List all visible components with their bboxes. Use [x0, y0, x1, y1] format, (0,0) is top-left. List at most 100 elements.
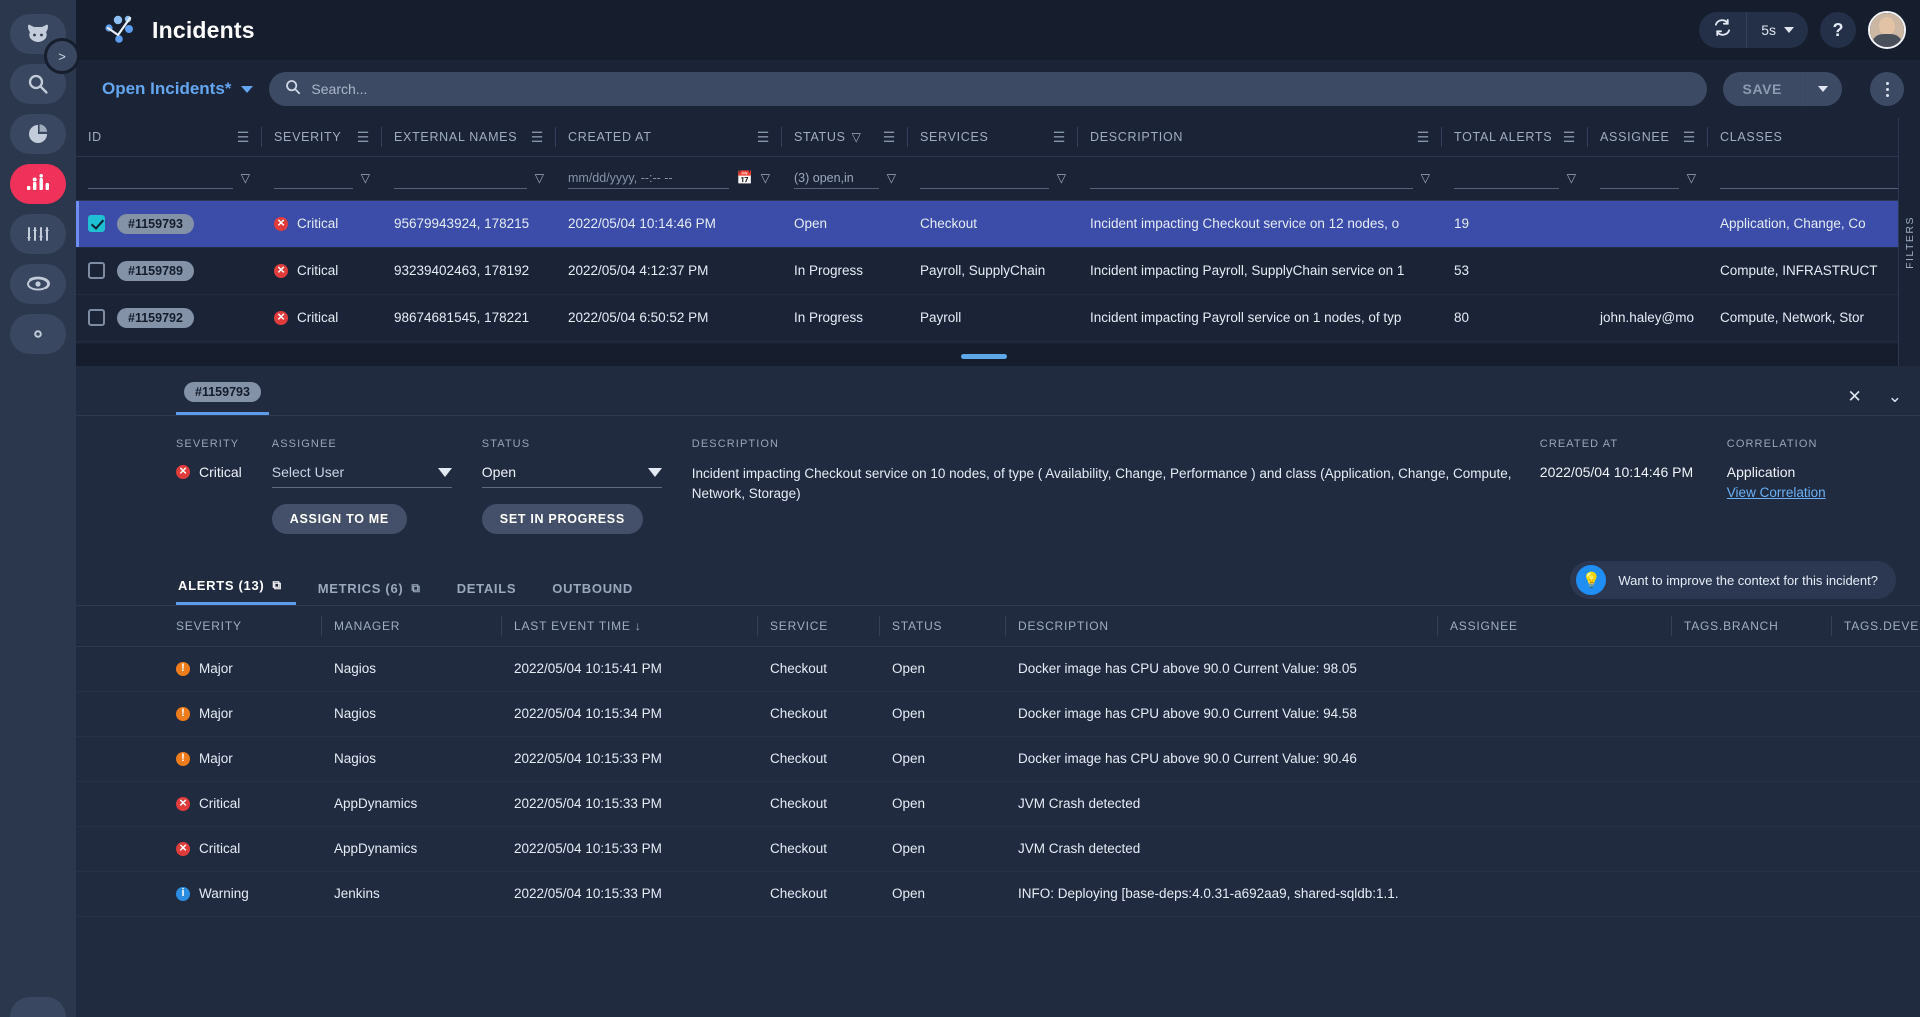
incidents-col-header-status[interactable]: STATUS ▽ ☰	[782, 118, 908, 157]
filter-input-id[interactable]	[88, 167, 233, 189]
filter-funnel-icon[interactable]: ▽	[535, 171, 544, 185]
user-avatar[interactable]	[1868, 11, 1906, 49]
incidents-filter-assignee[interactable]: ▽	[1588, 156, 1708, 201]
incidents-col-header-external-names[interactable]: EXTERNAL NAMES ☰	[382, 118, 556, 157]
filter-input-status[interactable]	[794, 167, 879, 189]
filter-input-total-alerts[interactable]	[1454, 167, 1559, 189]
improve-context-chip[interactable]: 💡 Want to improve the context for this i…	[1570, 561, 1896, 599]
incidents-filter-created-at[interactable]: 📅▽	[556, 156, 782, 201]
detail-tab[interactable]: #1159793	[176, 382, 269, 415]
incidents-horizontal-scrollbar[interactable]	[76, 354, 1920, 360]
column-menu-icon[interactable]: ☰	[1683, 130, 1696, 144]
row-checkbox[interactable]	[88, 215, 105, 232]
alerts-tab-metrics[interactable]: METRICS (6) ⧉	[316, 581, 435, 605]
close-icon[interactable]: ✕	[1848, 388, 1862, 405]
rail-item-settings[interactable]	[10, 314, 66, 354]
incidents-filter-total-alerts[interactable]: ▽	[1442, 156, 1588, 201]
incidents-filter-severity[interactable]: ▽	[262, 156, 382, 201]
refresh-interval-dropdown[interactable]: 5s	[1746, 12, 1808, 48]
alert-row[interactable]: Major Nagios2022/05/04 10:15:34 PMCheckou…	[76, 691, 1920, 737]
column-menu-icon[interactable]: ☰	[1053, 130, 1066, 144]
incidents-filter-external-names[interactable]: ▽	[382, 156, 556, 201]
filter-input-assignee[interactable]	[1600, 167, 1679, 189]
incidents-filter-description[interactable]: ▽	[1078, 156, 1442, 201]
alerts-col-header-severity[interactable]: SEVERITY	[76, 606, 322, 647]
rail-item-dashboards[interactable]	[10, 114, 66, 154]
alerts-tab-outbound[interactable]: OUTBOUND	[550, 581, 647, 605]
filter-input-external-names[interactable]	[394, 167, 527, 189]
filter-funnel-icon[interactable]: ▽	[241, 171, 250, 185]
view-selector[interactable]: Open Incidents*	[102, 79, 254, 99]
save-button[interactable]: SAVE	[1722, 72, 1802, 106]
refresh-button[interactable]	[1699, 12, 1746, 48]
alert-row[interactable]: Critical AppDynamics2022/05/04 10:15:33 P…	[76, 826, 1920, 872]
alerts-col-header-manager[interactable]: MANAGER	[322, 606, 502, 647]
filter-funnel-icon[interactable]: ▽	[1057, 171, 1066, 185]
filter-input-classes[interactable]	[1720, 167, 1920, 189]
incidents-filter-classes[interactable]: ▽	[1708, 156, 1920, 201]
column-menu-icon[interactable]: ☰	[757, 130, 770, 144]
row-checkbox[interactable]	[88, 309, 105, 326]
search-box[interactable]	[269, 72, 1707, 106]
column-menu-icon[interactable]: ☰	[1417, 130, 1430, 144]
cell-id[interactable]: #1159789	[76, 247, 262, 295]
search-input[interactable]	[311, 81, 1691, 97]
rail-item-metrics[interactable]	[10, 214, 66, 254]
alerts-col-header-status[interactable]: STATUS	[880, 606, 1006, 647]
rail-item-topology[interactable]	[10, 264, 66, 304]
alerts-col-header-tags-developer[interactable]: TAGS.DEVELOPER	[1832, 606, 1920, 647]
rail-item-incidents[interactable]	[10, 164, 66, 204]
filter-funnel-icon[interactable]: ▽	[1421, 171, 1430, 185]
filter-funnel-icon[interactable]: ▽	[761, 171, 770, 185]
alert-row[interactable]: Warning Jenkins2022/05/04 10:15:33 PMChec…	[76, 871, 1920, 917]
alerts-col-header-description[interactable]: DESCRIPTION	[1006, 606, 1438, 647]
cell-id[interactable]: #1159792	[76, 294, 262, 342]
save-dropdown-button[interactable]	[1802, 72, 1842, 106]
column-menu-icon[interactable]: ☰	[1563, 130, 1576, 144]
incidents-col-header-classes[interactable]: CLASSES☰	[1708, 118, 1920, 157]
alerts-col-header-service[interactable]: SERVICE	[758, 606, 880, 647]
scrollbar-thumb[interactable]	[961, 354, 1007, 359]
help-button[interactable]: ?	[1820, 12, 1856, 48]
incidents-col-header-services[interactable]: SERVICES ☰	[908, 118, 1078, 157]
filter-funnel-icon[interactable]: ▽	[1567, 171, 1576, 185]
filter-input-description[interactable]	[1090, 167, 1413, 189]
assignee-select[interactable]: Select User	[271, 464, 452, 488]
incidents-col-header-id[interactable]: ID ☰	[76, 118, 262, 157]
assign-to-me-button[interactable]: ASSIGN TO ME	[271, 504, 407, 534]
incident-row[interactable]: #1159793 Critical 95679943924, 1782152022/…	[76, 200, 1920, 248]
incidents-col-header-created-at[interactable]: CREATED AT ☰	[556, 118, 782, 157]
chevron-down-icon[interactable]: ⌄	[1888, 388, 1902, 405]
cell-id[interactable]: #1159793	[76, 200, 262, 248]
column-menu-icon[interactable]: ☰	[531, 130, 544, 144]
incidents-filter-services[interactable]: ▽	[908, 156, 1078, 201]
rail-bottom-button[interactable]	[10, 997, 66, 1017]
row-checkbox[interactable]	[88, 262, 105, 279]
filter-funnel-icon[interactable]: ▽	[887, 171, 896, 185]
open-external-icon[interactable]: ⧉	[272, 578, 281, 593]
incidents-col-header-severity[interactable]: SEVERITY ☰	[262, 118, 382, 157]
filter-input-severity[interactable]	[274, 167, 353, 189]
alert-row[interactable]: Critical AppDynamics2022/05/04 10:15:33 P…	[76, 781, 1920, 827]
incidents-col-header-total-alerts[interactable]: TOTAL ALERTS ☰	[1442, 118, 1588, 157]
set-in-progress-button[interactable]: SET IN PROGRESS	[481, 504, 643, 534]
view-correlation-link[interactable]: View Correlation	[1727, 485, 1896, 500]
column-menu-icon[interactable]: ☰	[357, 130, 370, 144]
filter-input-services[interactable]	[920, 167, 1049, 189]
incidents-col-header-assignee[interactable]: ASSIGNEE ☰	[1588, 118, 1708, 157]
incidents-filter-status[interactable]: ▽	[782, 156, 908, 201]
alerts-col-header-tags-branch[interactable]: TAGS.BRANCH	[1672, 606, 1832, 647]
calendar-icon[interactable]: 📅	[737, 170, 753, 186]
alerts-tab-alerts[interactable]: ALERTS (13) ⧉	[176, 578, 296, 605]
filters-side-tab[interactable]: FILTERS	[1898, 118, 1920, 366]
alerts-col-header-assignee[interactable]: ASSIGNEE	[1438, 606, 1672, 647]
incident-row[interactable]: #1159789 Critical 93239402463, 1781922022/…	[76, 247, 1920, 295]
filter-funnel-icon[interactable]: ▽	[361, 171, 370, 185]
alert-row[interactable]: Major Nagios2022/05/04 10:15:41 PMCheckou…	[76, 646, 1920, 692]
incident-row[interactable]: #1159792 Critical 98674681545, 1782212022/…	[76, 294, 1920, 342]
more-options-icon[interactable]	[1870, 72, 1904, 106]
filter-funnel-icon[interactable]: ▽	[1687, 171, 1696, 185]
alert-row[interactable]: Major Nagios2022/05/04 10:15:33 PMCheckou…	[76, 736, 1920, 782]
status-select[interactable]: Open	[481, 464, 662, 488]
incidents-filter-id[interactable]: ▽	[76, 156, 262, 201]
